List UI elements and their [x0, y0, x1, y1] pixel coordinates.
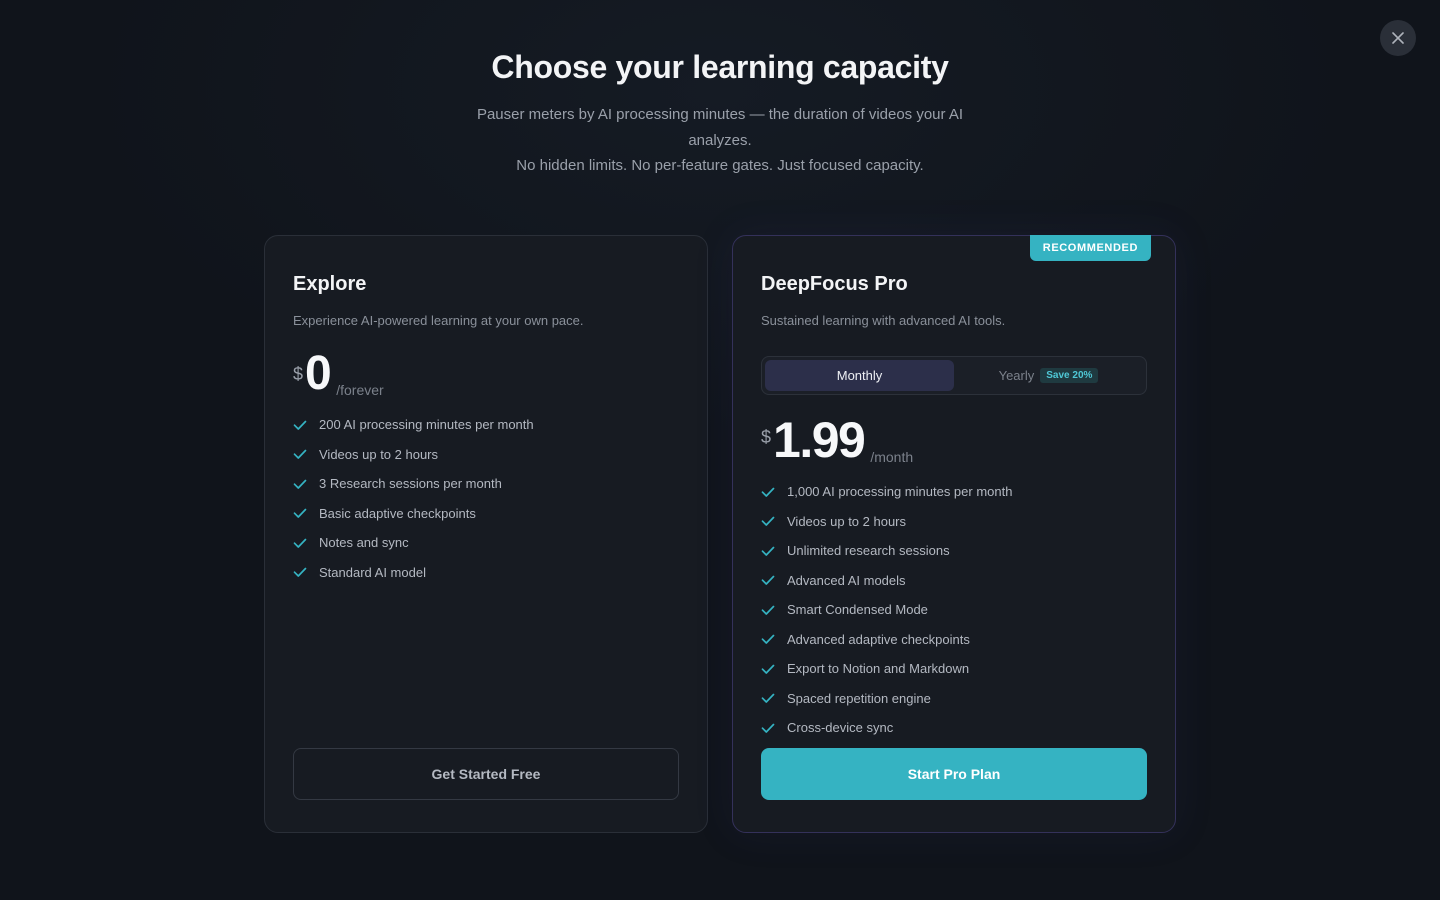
feature-item: 200 AI processing minutes per month — [293, 410, 679, 440]
billing-yearly-label: Yearly — [998, 368, 1035, 383]
check-icon — [761, 575, 775, 586]
price-currency: $ — [293, 364, 304, 384]
price: $ 1.99 /month — [761, 412, 1147, 468]
feature-item: Videos up to 2 hours — [761, 507, 1147, 537]
billing-toggle: Monthly Yearly Save 20% — [761, 356, 1147, 395]
close-icon — [1392, 32, 1404, 44]
check-icon — [293, 567, 307, 578]
billing-monthly-option[interactable]: Monthly — [765, 360, 954, 391]
feature-label: Advanced adaptive checkpoints — [787, 631, 970, 647]
feature-label: Spaced repetition engine — [787, 690, 931, 706]
subtitle-line-2: No hidden limits. No per-feature gates. … — [516, 157, 924, 174]
price-period: /month — [870, 449, 914, 465]
plan-description: Experience AI-powered learning at your o… — [293, 313, 584, 328]
feature-item: Advanced adaptive checkpoints — [761, 625, 1147, 655]
price-amount: 1.99 — [773, 412, 866, 468]
check-icon — [761, 693, 775, 704]
feature-item: Unlimited research sessions — [761, 536, 1147, 566]
check-icon — [761, 487, 775, 497]
feature-label: Export to Notion and Markdown — [787, 661, 970, 677]
feature-item: Basic adaptive checkpoints — [293, 499, 679, 529]
check-icon — [293, 479, 307, 489]
feature-label: 3 Research sessions per month — [319, 476, 502, 492]
start-pro-plan-button[interactable]: Start Pro Plan — [761, 748, 1147, 800]
plan-description: Sustained learning with advanced AI tool… — [761, 313, 1006, 328]
price: $ 0 /forever — [293, 350, 679, 399]
check-icon — [761, 546, 775, 556]
plan-name: Explore — [293, 273, 367, 295]
feature-item: Smart Condensed Mode — [761, 595, 1147, 625]
feature-item: Export to Notion and Markdown — [761, 654, 1147, 684]
pricing-header: Choose your learning capacity Pauser met… — [0, 48, 1440, 179]
recommended-badge: RECOMMENDED — [1029, 235, 1151, 261]
check-icon — [293, 508, 307, 519]
feature-item: Videos up to 2 hours — [293, 440, 679, 470]
feature-label: 1,000 AI processing minutes per month — [787, 484, 1013, 500]
feature-item: Notes and sync — [293, 528, 679, 558]
check-icon — [761, 723, 775, 733]
plan-card-deepfocus-pro: RECOMMENDED DeepFocus Pro Sustained lear… — [732, 235, 1176, 833]
feature-label: Basic adaptive checkpoints — [319, 505, 476, 521]
price-currency: $ — [761, 427, 772, 447]
feature-list: 200 AI processing minutes per month Video… — [293, 410, 679, 587]
get-started-free-button[interactable]: Get Started Free — [293, 748, 679, 800]
feature-item: Standard AI model — [293, 558, 679, 588]
check-icon — [293, 538, 307, 548]
feature-label: Standard AI model — [319, 564, 426, 580]
feature-label: Smart Condensed Mode — [787, 602, 928, 618]
check-icon — [293, 420, 307, 430]
feature-item: Spaced repetition engine — [761, 684, 1147, 714]
feature-label: Videos up to 2 hours — [319, 446, 439, 462]
page-title: Choose your learning capacity — [491, 49, 949, 85]
subtitle-line-1: Pauser meters by AI processing minutes —… — [476, 106, 964, 149]
feature-item: Advanced AI models — [761, 566, 1147, 596]
feature-item: 1,000 AI processing minutes per month — [761, 477, 1147, 507]
check-icon — [761, 516, 775, 527]
feature-list: 1,000 AI processing minutes per month Vid… — [761, 477, 1147, 743]
feature-label: Videos up to 2 hours — [787, 513, 907, 529]
check-icon — [761, 605, 775, 615]
page-subtitle: Pauser meters by AI processing minutes —… — [470, 102, 970, 179]
check-icon — [293, 449, 307, 460]
price-amount: 0 — [305, 347, 332, 400]
save-badge: Save 20% — [1040, 368, 1099, 383]
plan-card-explore: Explore Experience AI-powered learning a… — [264, 235, 708, 833]
feature-label: Unlimited research sessions — [787, 543, 950, 559]
feature-label: Notes and sync — [319, 535, 409, 551]
price-period: /forever — [336, 382, 384, 398]
plan-name: DeepFocus Pro — [761, 273, 908, 295]
billing-monthly-label: Monthly — [836, 368, 883, 383]
billing-yearly-option[interactable]: Yearly Save 20% — [954, 360, 1143, 391]
feature-label: Advanced AI models — [787, 572, 906, 588]
feature-item: 3 Research sessions per month — [293, 469, 679, 499]
feature-label: 200 AI processing minutes per month — [319, 417, 534, 433]
feature-label: Cross-device sync — [787, 720, 894, 736]
check-icon — [761, 664, 775, 674]
check-icon — [761, 634, 775, 645]
feature-item: Cross-device sync — [761, 713, 1147, 743]
